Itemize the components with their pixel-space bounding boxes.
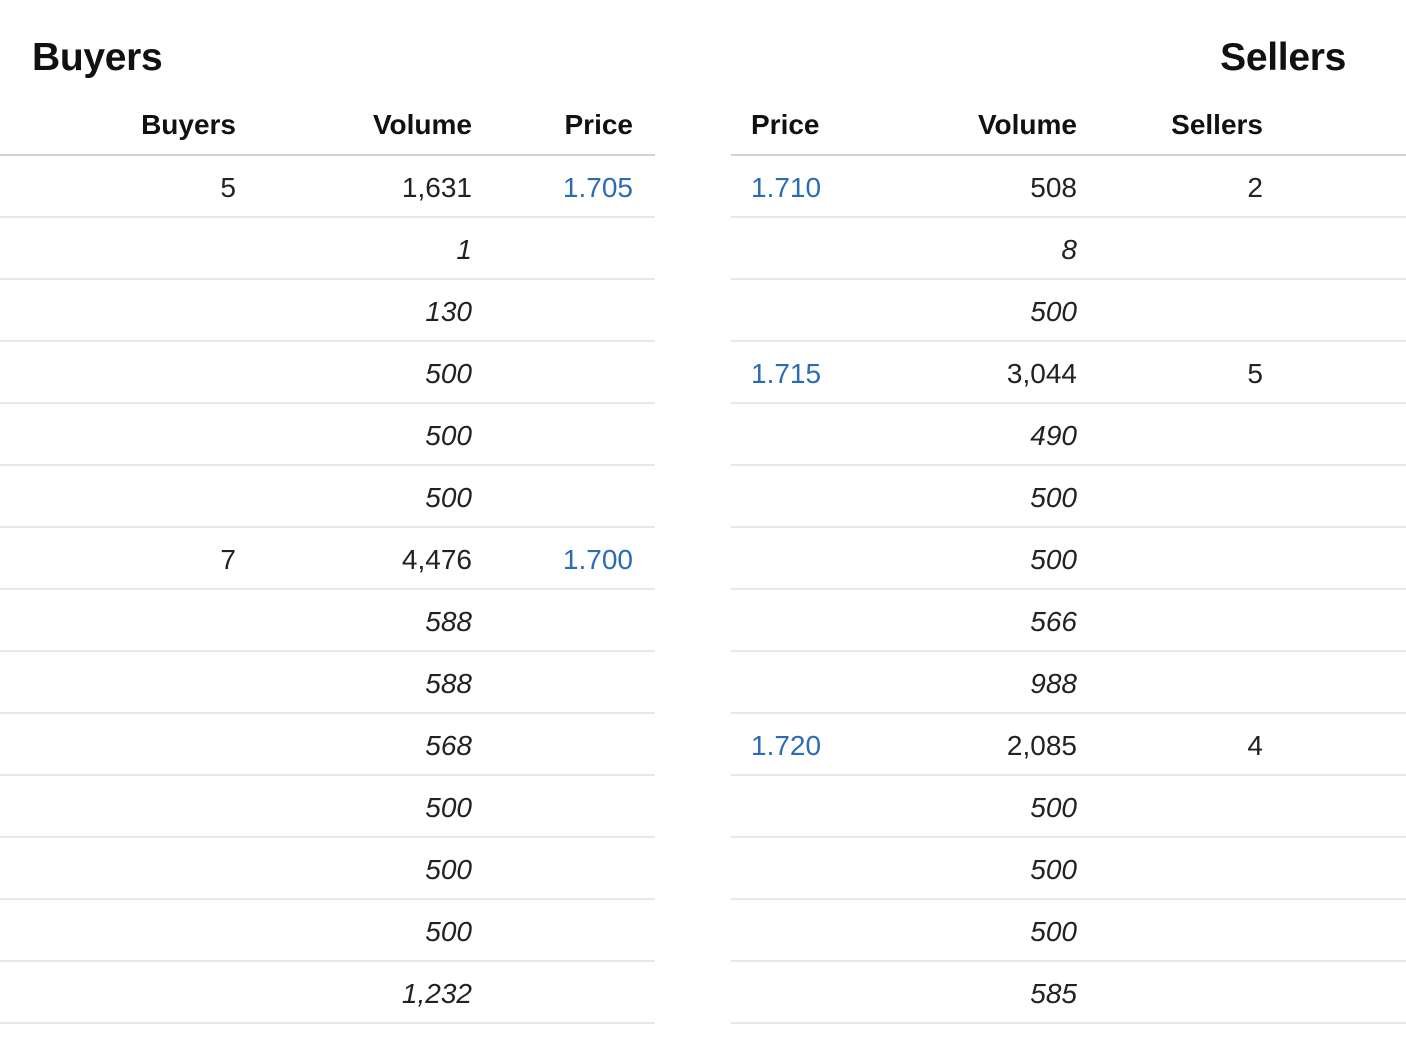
buyers-order-row: 500 (0, 466, 655, 528)
buyers-order-row: 1 (0, 218, 655, 280)
sellers-order-row: 500 (731, 280, 1406, 342)
sellers-volume-cell: 2,085 (1006, 730, 1077, 761)
buyers-table-header: Buyers Volume Price (0, 96, 655, 156)
sellers-volume-cell: 3,044 (1006, 358, 1077, 389)
sellers-volume-cell: 566 (1030, 606, 1077, 637)
buyers-order-row: 588 (0, 590, 655, 652)
buyers-order-row: 500 (0, 404, 655, 466)
buyers-price-link[interactable]: 1.705 (563, 171, 633, 205)
sellers-column-header[interactable]: Sellers (1171, 108, 1263, 142)
sellers-volume-cell: 500 (1030, 916, 1077, 947)
buyers-price-level-row: 7 4,476 1.700 (0, 528, 655, 590)
buyers-price-link[interactable]: 1.700 (563, 543, 633, 577)
buyers-volume-cell: 500 (425, 916, 472, 947)
sellers-price-level-row: 1.710 508 2 (731, 156, 1406, 218)
buyers-volume-cell: 1,232 (401, 978, 472, 1009)
buyers-count-cell: 5 (220, 172, 236, 203)
sellers-order-row: 585 (731, 962, 1406, 1024)
sellers-volume-column-header[interactable]: Volume (978, 108, 1077, 142)
buyers-title: Buyers (32, 36, 163, 79)
buyers-price-column-header[interactable]: Price (565, 108, 634, 142)
sellers-volume-cell: 500 (1030, 482, 1077, 513)
buyers-order-row: 500 (0, 342, 655, 404)
sellers-count-cell: 2 (1247, 172, 1263, 203)
buyers-volume-cell: 500 (425, 854, 472, 885)
sellers-count-cell: 4 (1247, 730, 1263, 761)
buyers-volume-cell: 568 (425, 730, 472, 761)
sellers-table-header: Price Volume Sellers (731, 96, 1406, 156)
buyers-order-row: 568 (0, 714, 655, 776)
sellers-volume-cell: 508 (1030, 172, 1077, 203)
sellers-volume-cell: 500 (1030, 854, 1077, 885)
sellers-rows: 1.710 508 2 8 500 1.715 3,044 5 490 500 500 566 988 1… (731, 156, 1406, 1024)
buyers-rows: 5 1,631 1.705 1 130 500 500 500 7 4,476 1.700 588 58… (0, 156, 655, 1024)
buyers-price-level-row: 5 1,631 1.705 (0, 156, 655, 218)
sellers-order-row: 500 (731, 528, 1406, 590)
buyers-order-row: 500 (0, 776, 655, 838)
sellers-volume-cell: 490 (1030, 420, 1077, 451)
sellers-count-cell: 5 (1247, 358, 1263, 389)
sellers-order-row: 500 (731, 838, 1406, 900)
sellers-volume-cell: 500 (1030, 544, 1077, 575)
buyers-volume-column-header[interactable]: Volume (373, 108, 472, 142)
sellers-order-row: 566 (731, 590, 1406, 652)
sellers-volume-cell: 500 (1030, 792, 1077, 823)
buyers-column-header[interactable]: Buyers (141, 108, 236, 142)
buyers-volume-cell: 500 (425, 482, 472, 513)
sellers-price-link[interactable]: 1.720 (751, 729, 821, 763)
buyers-order-row: 588 (0, 652, 655, 714)
buyers-volume-cell: 588 (425, 606, 472, 637)
buyers-volume-cell: 500 (425, 792, 472, 823)
sellers-volume-cell: 988 (1030, 668, 1077, 699)
sellers-order-row: 8 (731, 218, 1406, 280)
buyers-order-row: 500 (0, 900, 655, 962)
sellers-order-row: 500 (731, 776, 1406, 838)
buyers-order-row: 500 (0, 838, 655, 900)
sellers-price-column-header[interactable]: Price (751, 108, 820, 142)
sellers-volume-cell: 585 (1030, 978, 1077, 1009)
buyers-volume-cell: 130 (425, 296, 472, 327)
sellers-price-level-row: 1.715 3,044 5 (731, 342, 1406, 404)
buyers-volume-cell: 588 (425, 668, 472, 699)
buyers-table: Buyers Volume Price 5 1,631 1.705 1 130 500 50… (0, 96, 655, 1024)
buyers-volume-cell: 4,476 (401, 544, 472, 575)
sellers-price-link[interactable]: 1.710 (751, 171, 821, 205)
sellers-price-level-row: 1.720 2,085 4 (731, 714, 1406, 776)
sellers-order-row: 500 (731, 900, 1406, 962)
buyers-order-row: 130 (0, 280, 655, 342)
sellers-order-row: 500 (731, 466, 1406, 528)
sellers-price-link[interactable]: 1.715 (751, 357, 821, 391)
sellers-volume-cell: 8 (1061, 234, 1077, 265)
buyers-volume-cell: 1,631 (401, 172, 472, 203)
buyers-volume-cell: 500 (425, 420, 472, 451)
buyers-volume-cell: 500 (425, 358, 472, 389)
sellers-order-row: 490 (731, 404, 1406, 466)
sellers-title: Sellers (1220, 36, 1346, 79)
sellers-order-row: 988 (731, 652, 1406, 714)
buyers-volume-cell: 1 (456, 234, 472, 265)
buyers-order-row: 1,232 (0, 962, 655, 1024)
sellers-volume-cell: 500 (1030, 296, 1077, 327)
sellers-table: Price Volume Sellers 1.710 508 2 8 500 1.715 3… (731, 96, 1406, 1024)
buyers-count-cell: 7 (220, 544, 236, 575)
